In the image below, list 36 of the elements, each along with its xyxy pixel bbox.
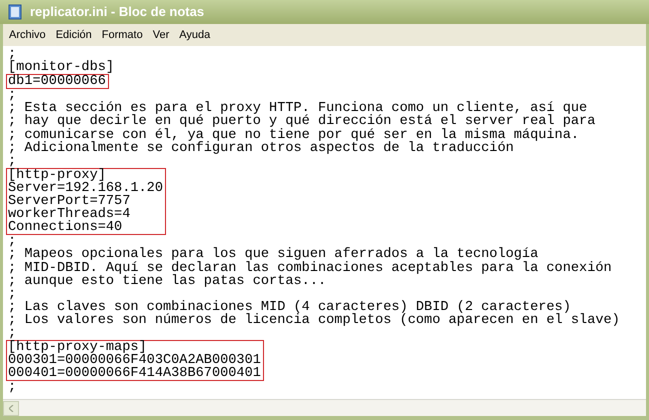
- text-line: [http-proxy-maps]: [8, 341, 147, 354]
- text-line: 000401=00000066F414A38B67000401: [8, 367, 261, 380]
- text-line: ; MID-DBID. Aquí se declaran las combinaciones aceptables para la conexión: [8, 262, 612, 275]
- text-line: db1=00000066: [8, 75, 106, 88]
- menu-item[interactable]: Formato: [102, 26, 143, 44]
- text-line: ; Esta sección es para el proxy HTTP. Funciona como un cliente, así que: [8, 102, 588, 116]
- text-line: workerThreads=4: [8, 208, 130, 222]
- text-line: ; Los valores son números de licencia completos (como aparecen en el slave): [8, 314, 620, 327]
- text-line: ;: [8, 154, 16, 168]
- text-line: ; Las claves son combinaciones MID (4 caracteres) DBID (2 caracteres): [8, 300, 571, 314]
- notepad-icon: [8, 4, 22, 20]
- horizontal-scrollbar[interactable]: [3, 399, 646, 416]
- text-line: ; Mapeos opcionales para los que siguen aferrados a la tecnología: [8, 248, 538, 262]
- text-line: 000301=00000066F403C0A2AB000301: [8, 354, 261, 368]
- text-line: Server=192.168.1.20: [8, 182, 163, 196]
- menu-item[interactable]: Ayuda: [179, 26, 210, 44]
- menu-item[interactable]: Edición: [56, 26, 92, 44]
- text-line: ServerPort=7757: [8, 195, 130, 208]
- text-line: ; hay que decirle en qué puerto y qué dirección está el server real para: [8, 115, 596, 129]
- text-line: [http-proxy]: [8, 168, 106, 182]
- window-title: replicator.ini - Bloc de notas: [30, 3, 204, 22]
- text-line: ;: [8, 89, 16, 102]
- text-line: ;: [8, 235, 16, 248]
- text-line: ;: [8, 326, 16, 340]
- text-line: ;: [8, 48, 16, 62]
- text-line: ; Adicionalmente se configuran otros aspectos de la traducción: [8, 142, 514, 155]
- text-area[interactable]: [3, 46, 646, 399]
- text-line: ; comunicarse con él, ya que no tiene por qué ser en la misma máquina.: [8, 128, 580, 142]
- text-line: ;: [8, 288, 16, 301]
- text-line: Connections=40: [8, 221, 122, 234]
- text-line: ;: [8, 381, 16, 394]
- menu-item[interactable]: Archivo: [9, 26, 46, 44]
- text-line: [monitor-dbs]: [8, 61, 114, 74]
- text-line: ; aunque esto tiene las patas cortas...: [8, 274, 326, 288]
- menu-item[interactable]: Ver: [152, 26, 170, 44]
- scroll-left-button[interactable]: [3, 400, 19, 416]
